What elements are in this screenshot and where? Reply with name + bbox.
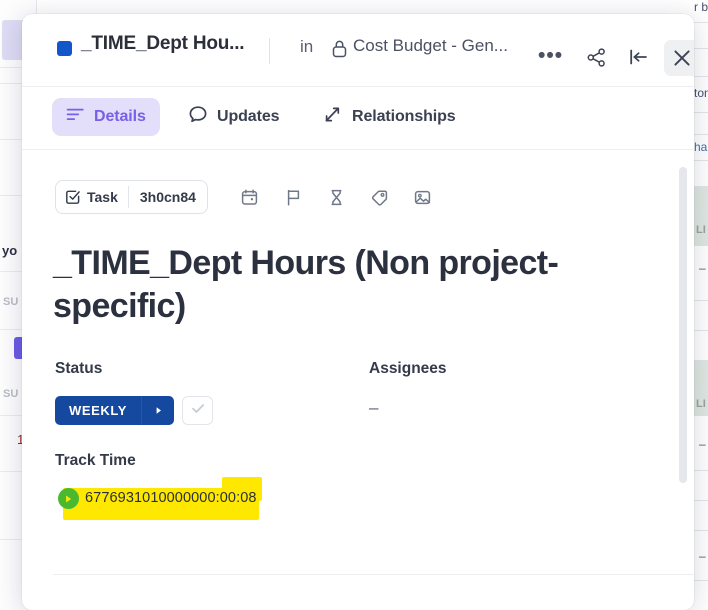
status-field-label: Status	[55, 360, 103, 377]
header-divider	[269, 38, 270, 64]
background-text: LI	[696, 398, 706, 410]
relationships-arrows-icon	[323, 105, 343, 129]
status-value-area[interactable]: WEEKLY	[55, 396, 142, 425]
background-text: SU	[3, 388, 19, 400]
assignees-field-label: Assignees	[369, 360, 447, 377]
more-options-icon[interactable]: •••	[538, 45, 563, 66]
play-icon[interactable]	[58, 488, 79, 509]
screenshot-root: yo SU SU 1 r b ton ha LI LI – – – _TIME_…	[0, 0, 708, 610]
tab-details[interactable]: Details	[52, 98, 160, 136]
tab-updates-label: Updates	[217, 108, 280, 125]
modal-title: _TIME_Dept Hou...	[81, 33, 245, 54]
assignees-value[interactable]: –	[369, 398, 378, 418]
background-right-table: r b ton ha LI LI – – –	[694, 0, 708, 610]
details-lines-icon	[66, 107, 85, 127]
hourglass-icon[interactable]	[322, 183, 350, 211]
background-text: ton	[694, 86, 708, 100]
image-icon[interactable]	[408, 183, 436, 211]
modal-tabs: Details Updates Relationships	[22, 87, 694, 150]
background-text: SU	[3, 296, 19, 308]
comment-bubble-icon	[188, 105, 208, 129]
breadcrumb-in-label: in	[300, 37, 314, 56]
background-text: r b	[694, 0, 708, 14]
checkmark-icon	[190, 401, 206, 421]
task-detail-modal: _TIME_Dept Hou... in Cost Budget - Gen..…	[22, 14, 694, 610]
modal-scrollbar[interactable]	[679, 167, 687, 483]
chevron-right-icon[interactable]	[141, 396, 175, 425]
flag-icon[interactable]	[279, 183, 307, 211]
tab-updates[interactable]: Updates	[174, 98, 293, 136]
track-time-value[interactable]: 6776931010000000:00:08	[85, 490, 257, 506]
section-divider	[53, 574, 694, 575]
track-time-field-label: Track Time	[55, 452, 136, 469]
page-title[interactable]: _TIME_Dept Hours (Non project-specific)	[53, 242, 583, 328]
status-value: WEEKLY	[69, 403, 128, 418]
task-id: 3h0cn84	[139, 189, 196, 205]
task-type-label: Task	[87, 189, 118, 205]
background-text: ha	[694, 140, 708, 154]
background-dash: –	[699, 549, 706, 563]
breadcrumb-space-name[interactable]: Cost Budget - Gen...	[353, 36, 508, 56]
tab-relationships[interactable]: Relationships	[309, 98, 470, 136]
background-text: yo	[2, 243, 18, 258]
share-icon[interactable]	[582, 43, 610, 71]
tab-relationships-label: Relationships	[352, 108, 456, 125]
task-type-chip[interactable]: Task 3h0cn84	[55, 180, 208, 214]
color-square-icon	[57, 41, 72, 56]
status-badge[interactable]: WEEKLY	[55, 396, 175, 425]
task-check-icon	[65, 189, 81, 205]
collapse-panel-icon[interactable]	[625, 43, 653, 71]
background-dash: –	[699, 437, 706, 451]
modal-body: Task 3h0cn84 _TIME_Dept Hours (Non proje…	[22, 150, 694, 610]
modal-header: _TIME_Dept Hou... in Cost Budget - Gen..…	[22, 14, 694, 87]
mark-complete-button[interactable]	[182, 396, 213, 425]
close-icon[interactable]	[664, 40, 694, 76]
calendar-icon[interactable]	[235, 183, 263, 211]
tag-icon[interactable]	[365, 183, 393, 211]
lock-icon	[331, 39, 348, 64]
tab-details-label: Details	[94, 108, 146, 125]
background-text: LI	[696, 224, 706, 236]
background-dash: –	[699, 261, 706, 275]
